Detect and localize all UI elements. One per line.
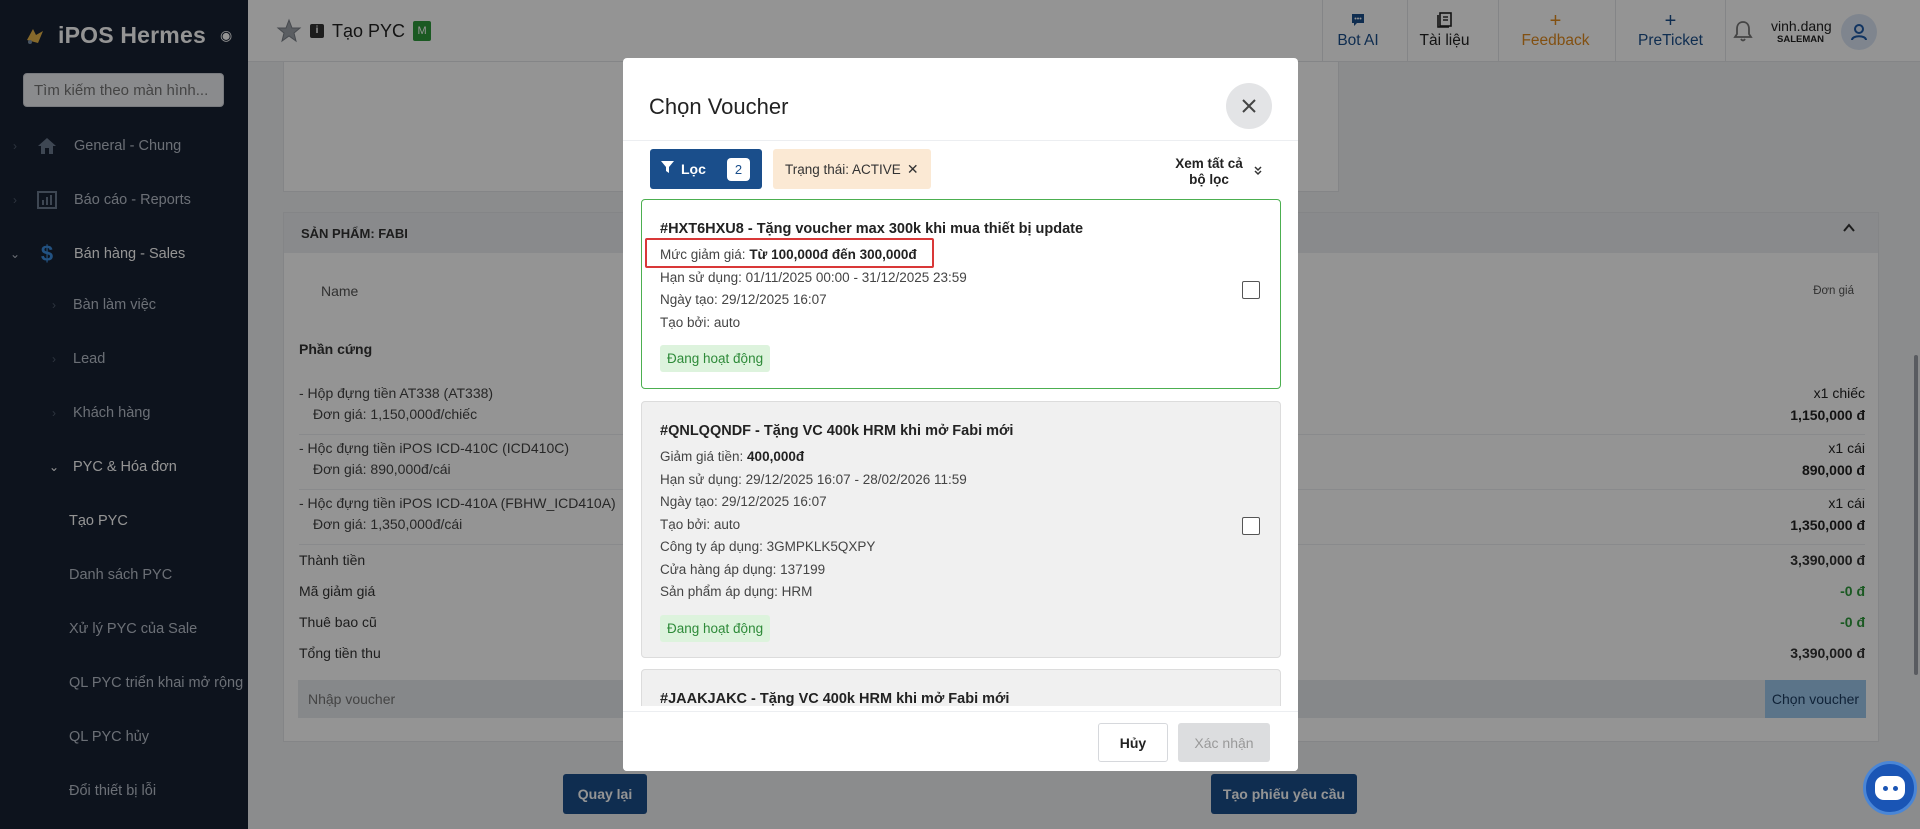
close-button[interactable] <box>1226 83 1272 129</box>
voucher-line: Ngày tạo: 29/12/2025 16:07 <box>660 292 827 307</box>
modal-title: Chọn Voucher <box>649 94 789 119</box>
voucher-line: Tạo bởi: auto <box>660 314 741 330</box>
status-filter-chip[interactable]: Trạng thái: ACTIVE ✕ <box>773 149 931 189</box>
view-all-filters-link[interactable]: Xem tất cả bộ lọc <box>1169 156 1249 188</box>
voucher-line: Hạn sử dụng: 29/12/2025 16:07 - 28/02/20… <box>660 471 967 487</box>
divider <box>623 140 1298 141</box>
status-badge: Đang hoạt động <box>660 614 771 642</box>
chatbot-launcher[interactable] <box>1863 761 1917 815</box>
filter-count-badge: 2 <box>727 158 750 181</box>
chevron-double-down-icon[interactable] <box>1253 166 1263 179</box>
modal-footer: Hủy Xác nhận <box>623 711 1298 771</box>
voucher-title: #QNLQQNDF - Tặng VC 400k HRM khi mở Fabi… <box>660 423 1014 439</box>
voucher-title: #JAAKJAKC - Tặng VC 400k HRM khi mở Fabi… <box>660 691 1010 706</box>
voucher-list[interactable]: #HXT6HXU8 - Tặng voucher max 300k khi mu… <box>641 199 1281 706</box>
voucher-line: Giảm giá tiền: 400,000đ <box>660 449 805 464</box>
cancel-button[interactable]: Hủy <box>1098 723 1168 762</box>
voucher-checkbox[interactable] <box>1242 517 1260 535</box>
voucher-line: Công ty áp dụng: 3GMPKLK5QXPY <box>660 539 876 554</box>
filter-label: Lọc <box>681 161 706 177</box>
voucher-card[interactable]: #JAAKJAKC - Tặng VC 400k HRM khi mở Fabi… <box>641 669 1281 706</box>
filter-button[interactable]: Lọc 2 <box>650 149 762 189</box>
voucher-title: #HXT6HXU8 - Tặng voucher max 300k khi mu… <box>660 221 1084 237</box>
robot-icon <box>1875 776 1905 800</box>
close-icon <box>1242 99 1256 113</box>
voucher-modal: Chọn Voucher Lọc 2 Trạng thái: ACTIVE ✕ … <box>623 58 1298 771</box>
voucher-line: Cửa hàng áp dụng: 137199 <box>660 561 826 577</box>
voucher-card[interactable]: #HXT6HXU8 - Tặng voucher max 300k khi mu… <box>641 199 1281 389</box>
confirm-button[interactable]: Xác nhận <box>1178 723 1270 762</box>
voucher-checkbox[interactable] <box>1242 281 1260 299</box>
voucher-line: Sản phẩm áp dụng: HRM <box>660 584 813 599</box>
chip-label: Trạng thái: ACTIVE <box>785 161 901 177</box>
voucher-card[interactable]: #QNLQQNDF - Tặng VC 400k HRM khi mở Fabi… <box>641 401 1281 658</box>
voucher-line: Hạn sử dụng: 01/11/2025 00:00 - 31/12/20… <box>660 269 967 285</box>
remove-filter-icon[interactable]: ✕ <box>907 161 919 178</box>
status-badge: Đang hoạt động <box>660 345 771 372</box>
highlight-box <box>645 238 934 268</box>
voucher-line: Ngày tạo: 29/12/2025 16:07 <box>660 494 827 509</box>
filter-icon <box>661 161 674 177</box>
voucher-line: Tạo bởi: auto <box>660 516 741 532</box>
